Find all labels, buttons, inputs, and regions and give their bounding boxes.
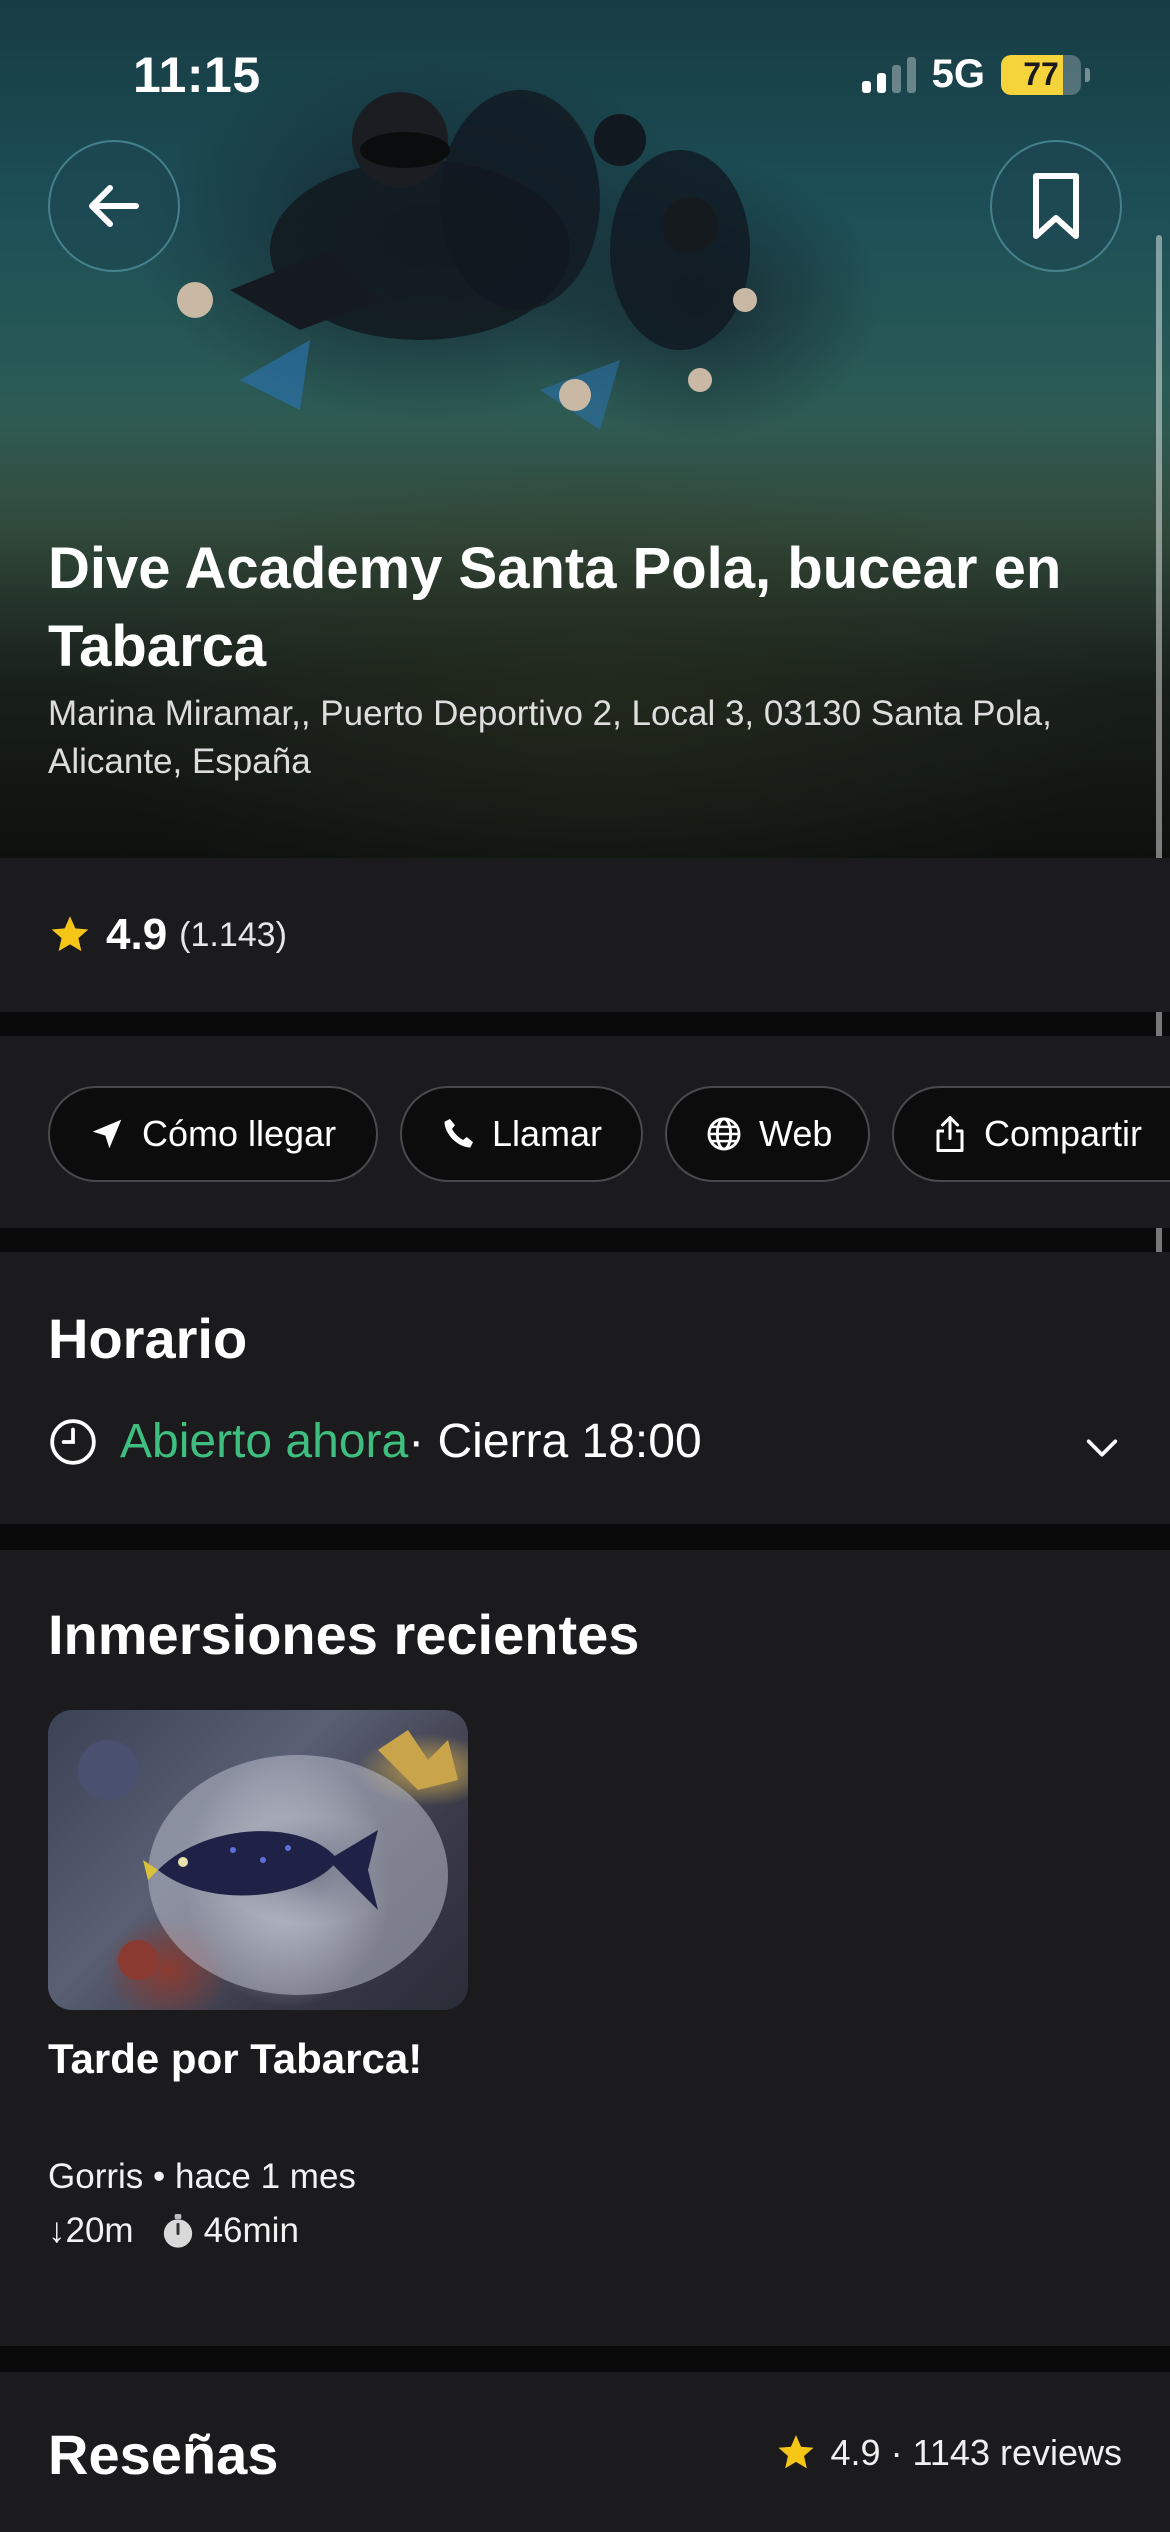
chevron-down-icon[interactable] bbox=[1082, 1428, 1122, 1468]
share-button[interactable]: Compartir bbox=[892, 1086, 1170, 1182]
hours-title: Horario bbox=[48, 1307, 248, 1370]
dive-stats: ↓20m 46min bbox=[48, 2204, 356, 2258]
stopwatch-icon bbox=[163, 2214, 192, 2248]
place-title: Dive Academy Santa Pola, bucear en Tabar… bbox=[48, 536, 1062, 679]
hours-section[interactable]: Horario Abierto ahora · Cierra 18:00 bbox=[0, 1252, 1170, 1524]
place-address: Marina Miramar,, Puerto Deportivo 2, Loc… bbox=[48, 694, 1052, 781]
directions-label: Cómo llegar bbox=[142, 1113, 337, 1154]
open-status: Abierto ahora bbox=[120, 1415, 409, 1468]
web-label: Web bbox=[759, 1113, 833, 1154]
bookmark-icon bbox=[1033, 173, 1079, 239]
signal-icon bbox=[861, 56, 916, 93]
dive-author-time: Gorris • hace 1 mes bbox=[48, 2157, 356, 2196]
rating-value: 4.9 bbox=[106, 910, 168, 959]
reviews-title: Reseñas bbox=[48, 2423, 279, 2486]
reviews-summary-text: 4.9 · 1143 reviews bbox=[830, 2432, 1122, 2473]
star-icon bbox=[51, 916, 89, 952]
star-icon bbox=[778, 2435, 814, 2469]
call-button[interactable]: Llamar bbox=[400, 1086, 643, 1182]
share-label: Compartir bbox=[984, 1113, 1143, 1154]
arrow-left-icon bbox=[89, 185, 139, 227]
battery-icon: 77 bbox=[1001, 54, 1081, 95]
directions-button[interactable]: Cómo llegar bbox=[48, 1086, 378, 1182]
status-time: 11:15 bbox=[133, 47, 261, 103]
closing-time: · Cierra 18:00 bbox=[408, 1415, 702, 1468]
dive-title[interactable]: Tarde por Tabarca! bbox=[48, 2035, 422, 2083]
call-label: Llamar bbox=[492, 1113, 603, 1154]
rating-section[interactable]: 4.9 (1.143) bbox=[0, 858, 1170, 1012]
hours-status-row: Abierto ahora · Cierra 18:00 bbox=[48, 1414, 702, 1469]
recent-dives-section: Inmersiones recientes Tarde por Tabarca!… bbox=[0, 1550, 1170, 2346]
dive-depth: ↓20m bbox=[48, 2211, 134, 2250]
fish-photo bbox=[78, 1730, 458, 1995]
dive-thumbnail[interactable] bbox=[48, 1710, 468, 2010]
navigation-arrow-icon bbox=[92, 1119, 122, 1149]
network-type: 5G bbox=[931, 52, 985, 96]
action-chips-row: Cómo llegar Llamar Web Compartir bbox=[0, 1036, 1170, 1228]
battery-level: 77 bbox=[1023, 56, 1059, 92]
reviews-section: Reseñas 4.9 · 1143 reviews bbox=[0, 2372, 1170, 2532]
status-indicators: 5G 77 bbox=[861, 52, 1090, 97]
dive-duration: 46min bbox=[203, 2211, 299, 2250]
web-button[interactable]: Web bbox=[665, 1086, 870, 1182]
bookmark-button[interactable] bbox=[990, 140, 1122, 272]
share-icon bbox=[936, 1116, 964, 1152]
recent-dives-title: Inmersiones recientes bbox=[48, 1603, 640, 1666]
globe-icon bbox=[707, 1117, 741, 1151]
dive-meta: Gorris • hace 1 mes ↓20m 46min bbox=[48, 2150, 356, 2258]
reviews-summary[interactable]: 4.9 · 1143 reviews bbox=[775, 2432, 1122, 2474]
clock-icon bbox=[50, 1418, 96, 1465]
rating-count: (1.143) bbox=[179, 915, 287, 954]
phone-icon bbox=[444, 1119, 473, 1148]
back-button[interactable] bbox=[48, 140, 180, 272]
